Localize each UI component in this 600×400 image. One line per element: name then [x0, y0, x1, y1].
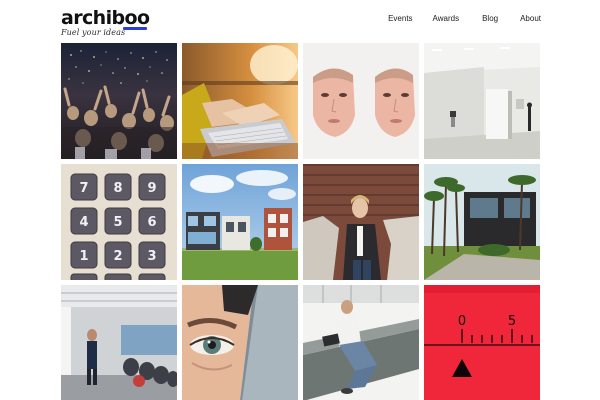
logo-underline — [123, 27, 147, 30]
tile-gallery-room[interactable] — [424, 43, 540, 159]
site-tagline: Fuel your ideas — [61, 28, 126, 37]
keypad-digit: 2 — [113, 249, 122, 264]
tile-conference-speaker[interactable] — [61, 285, 177, 400]
conference-speaker-photo — [61, 285, 177, 400]
man-brick-wall-photo — [303, 164, 419, 280]
keypad-digit: 9 — [147, 181, 156, 196]
tile-modern-building-trees[interactable] — [424, 164, 540, 280]
nav-events[interactable]: Events — [388, 14, 412, 23]
site-logo[interactable]: archiboo — [61, 8, 150, 28]
kitchen-timer-photo: 0 5 — [424, 285, 540, 400]
tile-eye-closeup[interactable] — [182, 285, 298, 400]
tile-man-with-laptop[interactable] — [303, 285, 419, 400]
eye-closeup-photo — [182, 285, 298, 400]
page: archiboo Fuel your ideas Events Awards B… — [0, 0, 600, 400]
modern-houses-photo — [182, 164, 298, 280]
tile-laptop-typing[interactable] — [182, 43, 298, 159]
tile-kitchen-timer[interactable]: 0 5 — [424, 285, 540, 400]
gallery-room-photo — [424, 43, 540, 159]
modern-building-trees-photo — [424, 164, 540, 280]
keypad-digit: 8 — [113, 181, 122, 196]
main-nav: Events Awards Blog About — [388, 14, 541, 23]
keypad-buttons-photo: 7 8 9 4 5 6 1 2 3 — [61, 164, 177, 280]
nav-awards[interactable]: Awards — [433, 14, 460, 23]
keypad-digit: 3 — [147, 249, 156, 264]
keypad-digit: 5 — [113, 215, 122, 230]
keypad-digit: 4 — [79, 215, 88, 230]
tile-concert-crowd[interactable] — [61, 43, 177, 159]
timer-mark-0: 0 — [458, 314, 466, 329]
nav-blog[interactable]: Blog — [482, 14, 498, 23]
photo-grid: 7 8 9 4 5 6 1 2 3 0 5 — [61, 43, 541, 400]
site-header: archiboo Fuel your ideas Events Awards B… — [61, 8, 541, 38]
tile-face-masks[interactable] — [303, 43, 419, 159]
tile-man-brick-wall[interactable] — [303, 164, 419, 280]
timer-mark-5: 5 — [508, 314, 516, 329]
keypad-digit: 7 — [79, 181, 88, 196]
keypad-digit: 1 — [79, 249, 88, 264]
laptop-typing-photo — [182, 43, 298, 159]
keypad-digit: 6 — [147, 215, 156, 230]
tile-modern-houses[interactable] — [182, 164, 298, 280]
concert-crowd-photo — [61, 43, 177, 159]
face-masks-photo — [303, 43, 419, 159]
man-with-laptop-photo — [303, 285, 419, 400]
nav-about[interactable]: About — [520, 14, 541, 23]
tile-keypad-buttons[interactable]: 7 8 9 4 5 6 1 2 3 — [61, 164, 177, 280]
